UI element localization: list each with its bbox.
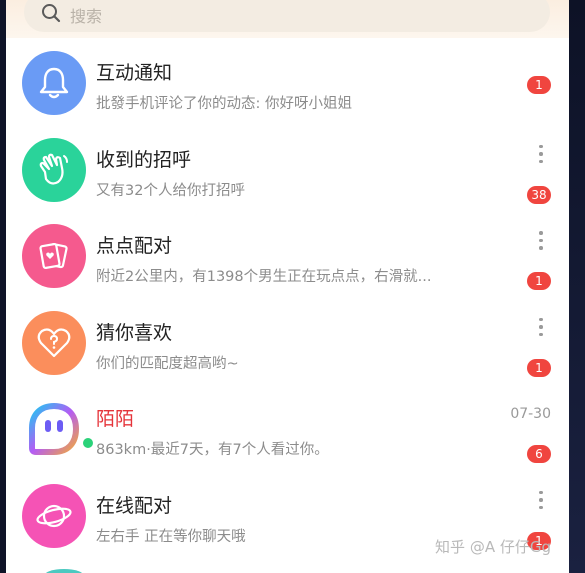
online-status-dot	[81, 436, 95, 450]
search-input[interactable]: 搜索	[24, 0, 550, 32]
message-list: 互动通知 批發手机评论了你的动态: 你好呀小姐姐 1 收到的招呼 又有32个人给…	[6, 38, 569, 557]
next-item-avatar-peek	[44, 569, 84, 573]
item-subtitle: 左右手 正在等你聊天哦	[96, 528, 246, 545]
heart-question-icon	[37, 327, 71, 357]
search-placeholder: 搜索	[70, 7, 103, 26]
list-item-dot-match[interactable]: 点点配对 附近2公里内，有1398个男生正在玩点点，右滑就... 1	[6, 211, 569, 298]
item-subtitle: 批發手机评论了你的动态: 你好呀小姐姐	[96, 96, 352, 112]
message-screen: 搜索 互动通知 批發手机评论了你的动态: 你好呀小姐姐 1 收到的招呼 又有32…	[6, 0, 569, 573]
more-options-icon[interactable]	[538, 490, 544, 513]
timestamp: 07-30	[510, 406, 551, 422]
momo-logo-icon	[29, 402, 80, 455]
list-item-guess-you-like[interactable]: 猜你喜欢 你们的匹配度超高哟~ 1	[6, 298, 569, 385]
planet-icon	[36, 504, 72, 527]
cards-icon	[39, 242, 68, 270]
item-title: 点点配对	[96, 235, 173, 257]
item-title: 陌陌	[96, 408, 135, 430]
avatar	[22, 397, 86, 461]
watermark: 知乎 @A 仔仔Gg	[435, 538, 551, 556]
item-title: 猜你喜欢	[96, 321, 173, 344]
item-subtitle: 附近2公里内，有1398个男生正在玩点点，右滑就...	[96, 269, 432, 285]
avatar	[22, 51, 86, 115]
item-title: 在线配对	[96, 494, 173, 517]
list-item-greetings[interactable]: 收到的招呼 又有32个人给你打招呼 38	[6, 125, 569, 212]
list-item-interaction-notice[interactable]: 互动通知 批發手机评论了你的动态: 你好呀小姐姐 1	[6, 38, 569, 125]
avatar	[22, 224, 86, 288]
unread-badge: 1	[527, 358, 551, 377]
search-icon	[42, 4, 61, 23]
avatar	[22, 483, 86, 548]
bell-icon	[39, 67, 69, 99]
more-options-icon[interactable]	[538, 231, 544, 253]
unread-badge: 6	[527, 445, 551, 463]
more-options-icon[interactable]	[538, 317, 544, 340]
item-subtitle: 又有32个人给你打招呼	[96, 182, 245, 199]
unread-badge: 1	[527, 272, 551, 290]
search-area: 搜索	[6, 0, 569, 38]
item-title: 收到的招呼	[96, 148, 192, 171]
item-title: 互动通知	[96, 62, 173, 84]
more-options-icon[interactable]	[538, 144, 544, 167]
wave-hand-icon	[39, 153, 68, 185]
avatar	[22, 137, 86, 202]
right-edge	[569, 0, 585, 573]
list-item-momo[interactable]: 陌陌 863km·最近7天，有7个人看过你。 07-30 6	[6, 384, 569, 471]
unread-badge: 1	[527, 76, 551, 94]
unread-badge: 38	[527, 185, 551, 204]
item-subtitle: 863km·最近7天，有7个人看过你。	[96, 442, 329, 458]
item-subtitle: 你们的匹配度超高哟~	[96, 355, 239, 372]
avatar	[22, 310, 86, 375]
